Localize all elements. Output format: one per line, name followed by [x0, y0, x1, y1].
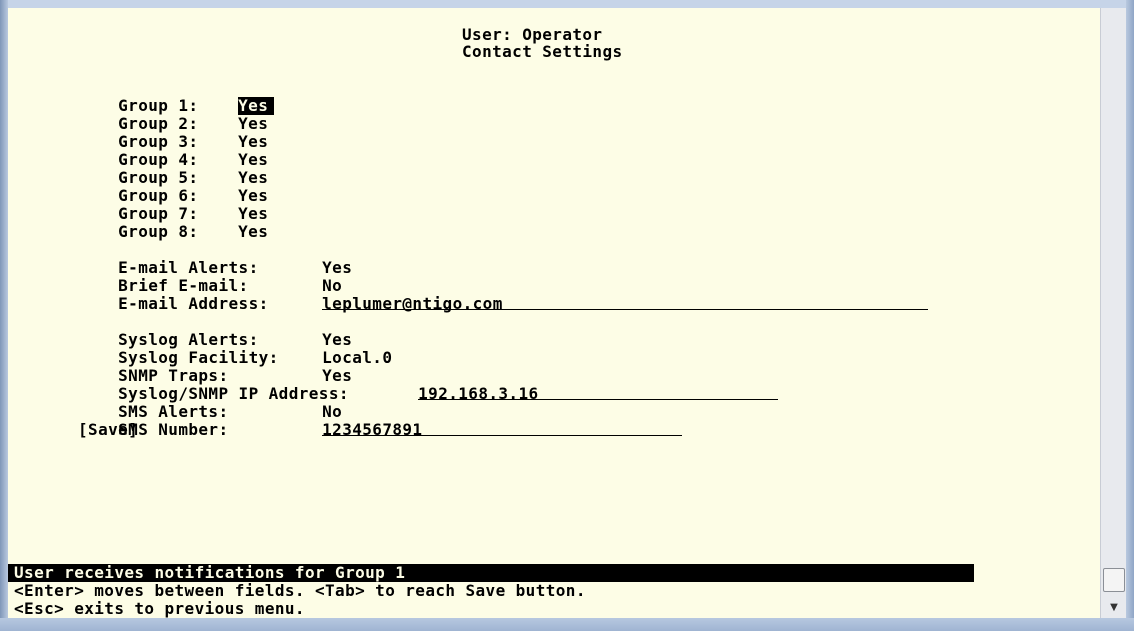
scrollbar-thumb[interactable] [1103, 568, 1125, 592]
syslog-ip-field[interactable]: 192.168.3.16 [418, 384, 779, 403]
page-title: Contact Settings [462, 42, 623, 61]
email-alerts-row[interactable]: E-mail Alerts: Yes [78, 241, 352, 277]
sms-number-field[interactable]: 1234567891 [322, 420, 683, 439]
group-8-label: Group 8: [118, 222, 199, 241]
group-7-row[interactable]: Group 7: Yes [78, 187, 268, 223]
taskbar-strip [0, 618, 1134, 631]
brief-email-row[interactable]: Brief E-mail: No [78, 259, 342, 295]
hint-esc: <Esc> exits to previous menu. [14, 599, 305, 618]
group-8-row[interactable]: Group 8: Yes [78, 205, 268, 241]
group-5-row[interactable]: Group 5: Yes [78, 151, 268, 187]
group-6-row[interactable]: Group 6: Yes [78, 169, 268, 205]
sms-alerts-row[interactable]: SMS Alerts: No [78, 385, 342, 421]
vertical-scrollbar[interactable]: ▼ [1100, 8, 1127, 618]
email-address-row[interactable]: E-mail Address: leplumer@ntigo.com [78, 277, 929, 313]
group-2-row[interactable]: Group 2: Yes [78, 97, 268, 133]
terminal-screen: User: Operator Contact Settings Group 1:… [8, 8, 1100, 618]
snmp-traps-row[interactable]: SNMP Traps: Yes [78, 349, 352, 385]
save-button[interactable]: [Save] [78, 421, 138, 439]
status-help-bar: User receives notifications for Group 1 [8, 564, 974, 582]
window-left-edge [0, 0, 8, 631]
window-right-edge [1126, 0, 1134, 631]
group-4-row[interactable]: Group 4: Yes [78, 133, 268, 169]
group-8-value[interactable]: Yes [238, 223, 268, 241]
email-address-value: leplumer@ntigo.com [322, 294, 503, 313]
sms-number-label: SMS Number: [118, 420, 229, 439]
syslog-ip-value: 192.168.3.16 [418, 384, 539, 403]
hint-enter-tab: <Enter> moves between fields. <Tab> to r… [14, 581, 586, 600]
group-3-row[interactable]: Group 3: Yes [78, 115, 268, 151]
sms-number-row[interactable]: SMS Number: 1234567891 [78, 403, 683, 439]
syslog-ip-row[interactable]: Syslog/SNMP IP Address: 192.168.3.16 [78, 367, 779, 403]
syslog-alerts-row[interactable]: Syslog Alerts: Yes [78, 313, 352, 349]
email-address-field[interactable]: leplumer@ntigo.com [322, 294, 929, 313]
sms-number-value: 1234567891 [322, 420, 423, 439]
syslog-facility-row[interactable]: Syslog Facility: Local.0 [78, 331, 392, 367]
scroll-down-arrow-icon[interactable]: ▼ [1101, 598, 1127, 616]
group-1-row[interactable]: Group 1: Yes [78, 79, 275, 115]
email-address-label: E-mail Address: [118, 294, 269, 313]
